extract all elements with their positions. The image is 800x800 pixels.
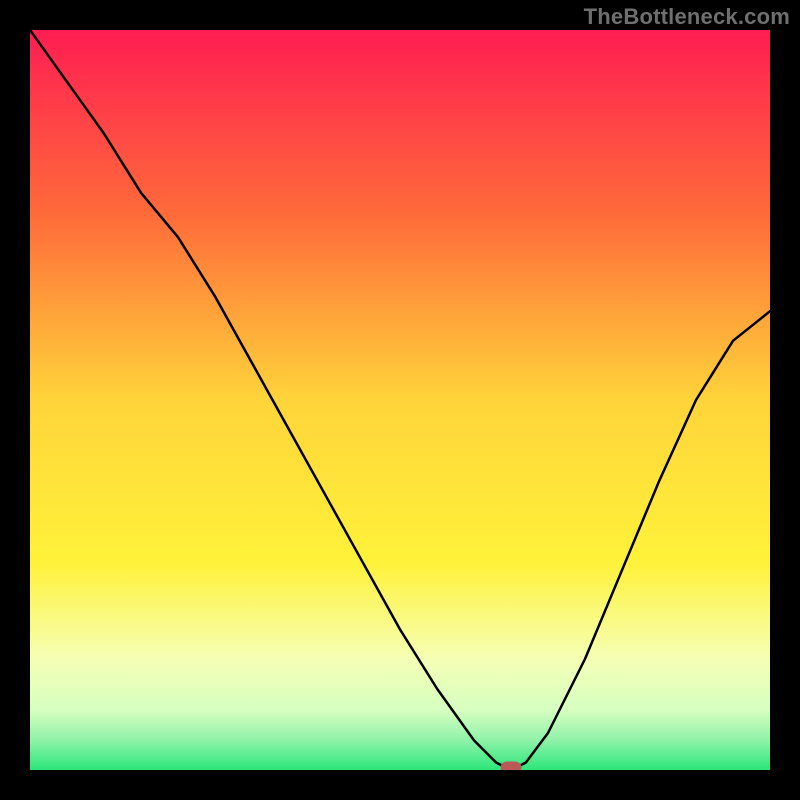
gradient-background (30, 30, 770, 770)
attribution-label: TheBottleneck.com (584, 4, 790, 30)
chart-plot (30, 30, 770, 770)
optimal-point-marker (501, 762, 521, 770)
chart-frame: TheBottleneck.com (0, 0, 800, 800)
